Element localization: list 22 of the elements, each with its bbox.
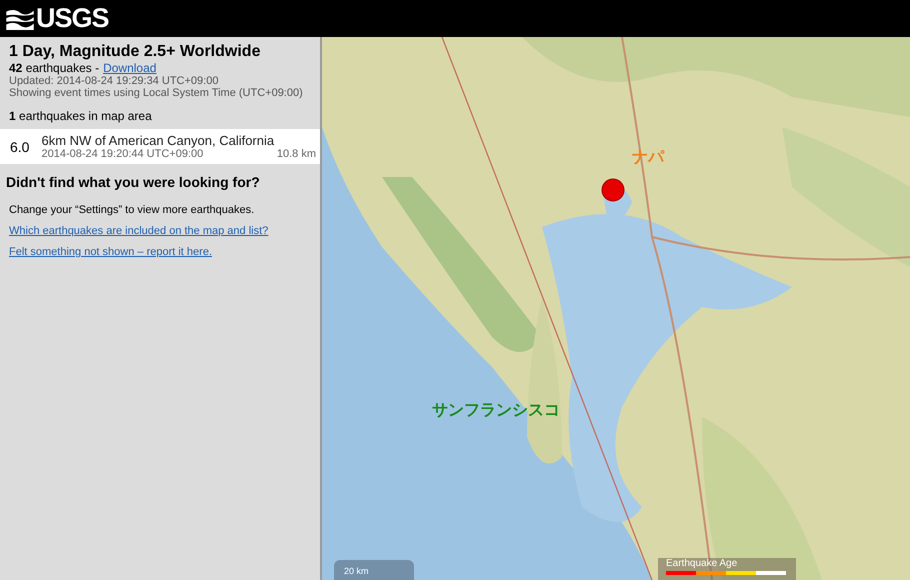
map-count-text: 1 earthquakes in map area bbox=[9, 109, 153, 123]
magnitude: 6.0 bbox=[10, 138, 30, 154]
earthquake-marker[interactable] bbox=[601, 178, 625, 202]
feed-title: 1 Day, Magnitude 2.5+ Worldwide bbox=[9, 43, 262, 61]
help-link[interactable]: Felt something not shown – report it here. bbox=[9, 246, 212, 258]
event-depth: 10.8 km bbox=[276, 148, 316, 160]
updated-text: Updated: 2014-08-24 19:29:34 UTC+09:00 bbox=[9, 75, 220, 87]
event-time: 2014-08-24 19:20:44 UTC+09:00 bbox=[41, 148, 204, 160]
help-link[interactable]: Which earthquakes are included on the map and list? bbox=[9, 225, 268, 237]
scale-bar: 20 km bbox=[334, 560, 414, 580]
logo-text: USGS bbox=[36, 3, 109, 34]
wave-logo-icon bbox=[6, 8, 34, 30]
help-text: Change your “Settings” to view more earthquakes. bbox=[9, 204, 256, 216]
map-annotation: ナパ bbox=[632, 148, 664, 168]
map-annotation: サンフランシスコ bbox=[432, 401, 560, 421]
earthquake-count: 42 earthquakes - bbox=[9, 61, 100, 75]
earthquake-list-item[interactable]: 6.0 6km NW of American Canyon, California 2014-08-24 19:20:44 UTC+09:00 10.8 km bbox=[0, 129, 320, 164]
legend-title: Earthquake Age bbox=[666, 558, 738, 569]
download-link[interactable]: Download bbox=[103, 61, 156, 75]
event-place: 6km NW of American Canyon, California bbox=[41, 133, 276, 148]
help-heading: Didn't find what you were looking for? bbox=[6, 174, 261, 190]
timezone-text: Showing event times using Local System Time (UTC+09:00) bbox=[9, 87, 304, 99]
